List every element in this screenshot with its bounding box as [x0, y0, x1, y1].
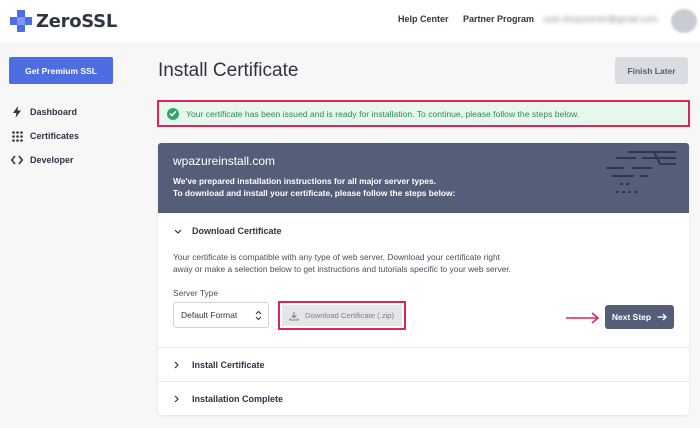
- step-label: Download Certificate: [192, 226, 282, 236]
- chevron-right-icon: [174, 395, 182, 403]
- nav-help-center[interactable]: Help Center: [398, 14, 449, 24]
- intro-line-2: To download and install your certificate…: [173, 188, 456, 198]
- select-arrows-icon: [255, 310, 262, 321]
- step-label: Installation Complete: [192, 393, 284, 404]
- next-step-button[interactable]: Next Step: [605, 305, 674, 329]
- avatar[interactable]: [671, 9, 697, 33]
- next-step-label: Next Step: [611, 312, 652, 322]
- sidebar-item-label: Developer: [30, 155, 74, 165]
- get-premium-ssl-button[interactable]: Get Premium SSL: [9, 57, 113, 84]
- nav-partner-program[interactable]: Partner Program: [463, 14, 534, 24]
- download-desc-line-1: Your certificate is compatible with any …: [173, 252, 500, 262]
- sidebar-item-certificates[interactable]: Certificates: [10, 129, 79, 143]
- card-header: wpazureinstall.com We've prepared instal…: [158, 143, 689, 213]
- top-bar: ZeroSSL Help Center Partner Program user…: [0, 0, 700, 42]
- step-label: Install Certificate: [192, 359, 265, 370]
- finish-later-button[interactable]: Finish Later: [615, 57, 688, 84]
- code-icon: [10, 153, 24, 167]
- check-circle-icon: [167, 107, 179, 120]
- alert-message: Your certificate has been issued and is …: [186, 108, 580, 119]
- server-type-value: Default Format: [181, 310, 238, 320]
- chevron-right-icon: [174, 361, 182, 369]
- chevron-down-icon: [174, 229, 182, 234]
- zerossl-logo-icon: [10, 10, 32, 32]
- server-type-select[interactable]: Default Format: [173, 302, 269, 328]
- success-alert: Your certificate has been issued and is …: [157, 100, 690, 127]
- server-type-label: Server Type: [173, 288, 218, 298]
- download-button-label: Download Certificate (.zip): [305, 311, 395, 320]
- sidebar-item-label: Certificates: [30, 131, 80, 141]
- annotation-arrow-icon: [566, 312, 600, 324]
- download-certificate-button[interactable]: Download Certificate (.zip): [282, 305, 402, 326]
- sidebar-item-developer[interactable]: Developer: [10, 153, 74, 167]
- grid-icon: [10, 129, 24, 143]
- step-install-certificate[interactable]: Install Certificate: [158, 348, 689, 381]
- download-button-highlight: Download Certificate (.zip): [278, 301, 406, 330]
- domain-name: wpazureinstall.com: [173, 154, 276, 168]
- download-icon: [289, 311, 299, 321]
- decorative-lines-icon: [606, 151, 676, 193]
- lightning-icon: [10, 105, 24, 119]
- arrow-right-icon: [657, 313, 668, 321]
- account-email[interactable]: user.shopcorner@gmail.com: [543, 14, 658, 24]
- intro-line-1: We've prepared installation instructions…: [173, 176, 436, 186]
- logo[interactable]: ZeroSSL: [10, 10, 117, 32]
- brand-name: ZeroSSL: [36, 10, 117, 32]
- step-download-certificate[interactable]: Download Certificate: [158, 220, 689, 242]
- download-desc-line-2: away or make a selection below to get in…: [173, 264, 511, 274]
- step-installation-complete[interactable]: Installation Complete: [158, 382, 689, 415]
- install-card: wpazureinstall.com We've prepared instal…: [158, 143, 689, 415]
- page-title: Install Certificate: [158, 60, 299, 81]
- sidebar-item-label: Dashboard: [30, 107, 78, 117]
- sidebar-item-dashboard[interactable]: Dashboard: [10, 105, 77, 119]
